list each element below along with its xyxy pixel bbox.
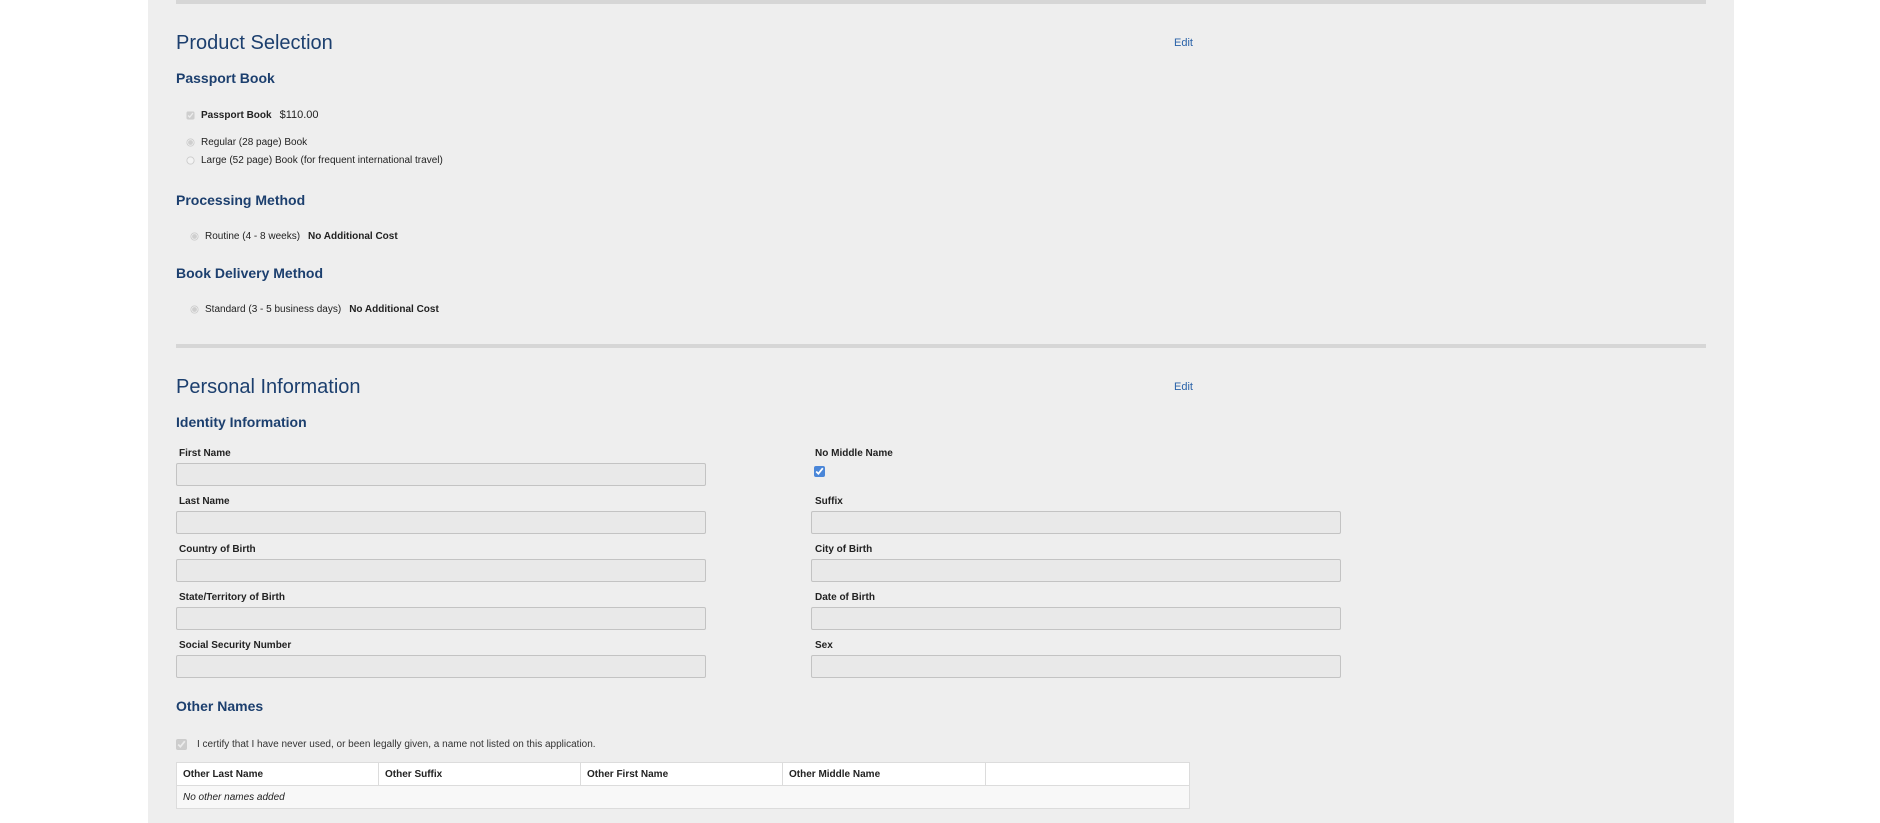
country-of-birth-label: Country of Birth [179, 544, 256, 555]
first-name-label: First Name [179, 448, 231, 459]
processing-method-title: Processing Method [176, 192, 306, 208]
book-size-regular-radio[interactable] [186, 138, 195, 147]
passport-book-label: Passport Book [201, 109, 272, 121]
passport-book-checkbox[interactable] [186, 110, 195, 120]
delivery-standard-label: Standard (3 - 5 business days) [205, 304, 342, 315]
delivery-standard-radio[interactable] [190, 305, 199, 314]
delivery-method-title: Book Delivery Method [176, 265, 324, 281]
application-review-panel: Product Selection Edit Passport Book Pas… [148, 0, 1734, 823]
delivery-standard-cost: No Additional Cost [349, 304, 439, 315]
passport-book-price: $110.00 [279, 109, 319, 121]
passport-book-title: Passport Book [176, 70, 275, 86]
sex-label: Sex [815, 640, 833, 651]
last-name-field[interactable] [176, 511, 706, 534]
personal-information-edit-link[interactable]: Edit [1174, 381, 1193, 393]
book-size-large-radio[interactable] [186, 156, 195, 165]
section-divider [176, 0, 1706, 4]
date-of-birth-label: Date of Birth [815, 592, 875, 603]
suffix-field[interactable] [811, 511, 1341, 534]
column-header-other-first-name: Other First Name [580, 762, 783, 786]
certify-text: I certify that I have never used, or bee… [197, 739, 596, 750]
other-names-table: Other Last Name Other Suffix Other First… [176, 762, 1190, 809]
city-of-birth-label: City of Birth [815, 544, 873, 555]
certify-no-other-names: I certify that I have never used, or bee… [176, 739, 596, 750]
city-of-birth-field[interactable] [811, 559, 1341, 582]
sex-field[interactable] [811, 655, 1341, 678]
product-selection-edit-link[interactable]: Edit [1174, 37, 1193, 49]
processing-routine-label: Routine (4 - 8 weeks) [205, 231, 301, 242]
book-size-large-label: Large (52 page) Book (for frequent inter… [201, 155, 443, 166]
column-header-other-suffix: Other Suffix [378, 762, 581, 786]
table-row: No other names added [176, 785, 1190, 809]
empty-table-message: No other names added [176, 785, 1190, 809]
column-header-other-last-name: Other Last Name [176, 762, 379, 786]
section-divider [176, 344, 1706, 348]
ssn-field[interactable] [176, 655, 706, 678]
book-size-regular-option: Regular (28 page) Book [186, 137, 307, 148]
personal-information-title: Personal Information [176, 376, 361, 398]
certify-checkbox[interactable] [176, 739, 187, 750]
suffix-label: Suffix [815, 496, 843, 507]
no-middle-name-label: No Middle Name [815, 448, 893, 459]
processing-routine-radio[interactable] [190, 232, 199, 241]
table-header-row: Other Last Name Other Suffix Other First… [176, 762, 1190, 786]
delivery-standard-option: Standard (3 - 5 business days) No Additi… [190, 304, 439, 315]
date-of-birth-field[interactable] [811, 607, 1341, 630]
last-name-label: Last Name [179, 496, 230, 507]
state-of-birth-label: State/Territory of Birth [179, 592, 285, 603]
first-name-field[interactable] [176, 463, 706, 486]
book-size-regular-label: Regular (28 page) Book [201, 137, 308, 148]
other-names-title: Other Names [176, 698, 264, 714]
ssn-label: Social Security Number [179, 640, 292, 651]
state-of-birth-field[interactable] [176, 607, 706, 630]
processing-routine-cost: No Additional Cost [308, 231, 398, 242]
passport-book-option: Passport Book $110.00 [186, 109, 319, 121]
processing-routine-option: Routine (4 - 8 weeks) No Additional Cost [190, 231, 398, 242]
product-selection-title: Product Selection [176, 32, 333, 54]
column-header-other-middle-name: Other Middle Name [782, 762, 986, 786]
country-of-birth-field[interactable] [176, 559, 706, 582]
book-size-large-option: Large (52 page) Book (for frequent inter… [186, 155, 443, 166]
identity-information-title: Identity Information [176, 414, 307, 430]
no-middle-name-checkbox[interactable] [814, 466, 825, 477]
column-header-actions [985, 762, 1190, 786]
